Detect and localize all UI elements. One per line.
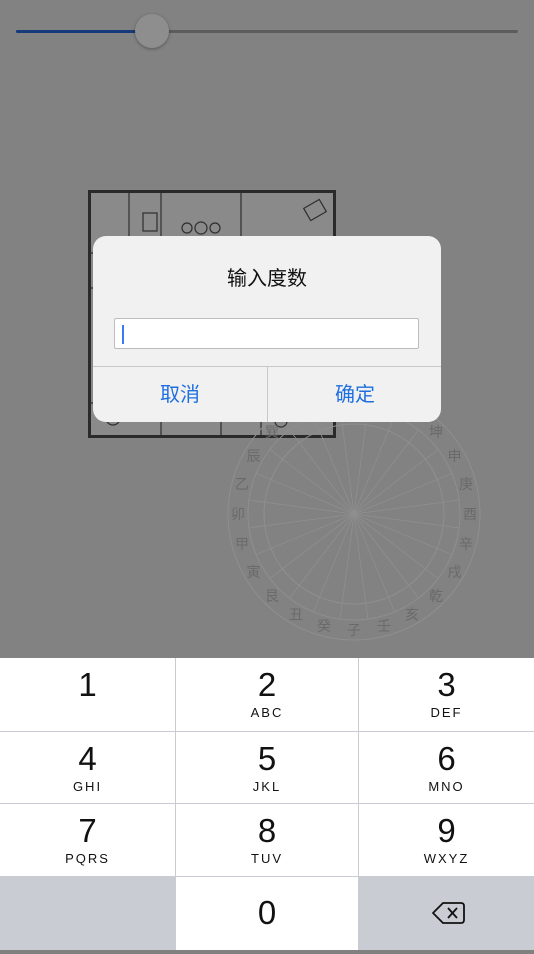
key-digit: 1 [78, 666, 97, 703]
compass-label: 卯 [231, 507, 245, 523]
compass-label: 巽 [265, 425, 279, 441]
key-digit: 7 [78, 812, 97, 849]
key-7[interactable]: 7 PQRS [0, 804, 175, 876]
compass-label: 戌 [447, 565, 461, 581]
compass-label: 壬 [377, 619, 391, 635]
degree-slider[interactable] [16, 14, 518, 50]
key-letters: MNO [428, 779, 465, 794]
compass-label: 亥 [405, 607, 419, 623]
key-letters: JKL [252, 779, 282, 794]
key-digit: 8 [257, 812, 277, 849]
key-3[interactable]: 3 DEF [359, 658, 534, 731]
compass-label: 辛 [459, 537, 473, 553]
key-letters: WXYZ [423, 851, 470, 866]
compass-label: 庚 [459, 477, 473, 493]
compass-label: 丑 [289, 607, 303, 623]
key-letters: TUV [251, 851, 283, 866]
key-5[interactable]: 5 JKL [176, 732, 358, 803]
slider-fill [16, 30, 152, 33]
key-digit: 9 [437, 812, 456, 849]
key-digit: 5 [257, 740, 277, 777]
key-digit: 4 [78, 740, 97, 777]
key-2[interactable]: 2 ABC [176, 658, 358, 731]
key-letters: ABC [250, 705, 284, 720]
degree-input-dialog: 输入度数 取消 确定 [93, 236, 441, 422]
dialog-title: 输入度数 [227, 266, 307, 290]
compass-label: 申 [447, 449, 461, 465]
key-8[interactable]: 8 TUV [176, 804, 358, 876]
compass-label: 酉 [463, 507, 477, 523]
compass-label: 艮 [265, 589, 279, 605]
key-1[interactable]: 1 [0, 658, 175, 731]
confirm-button[interactable]: 确定 [268, 367, 441, 422]
compass-dial: 子癸丑艮寅甲卯乙辰巽巳丙午丁未坤申庚酉辛戌乾亥壬 [227, 387, 481, 641]
key-4[interactable]: 4 GHI [0, 732, 175, 803]
key-0[interactable]: 0 [176, 877, 358, 950]
key-letters: GHI [72, 779, 103, 794]
numeric-keypad: 1 2 ABC 3 DEF 4 GHI 5 JKL 6 MNO 7 PQRS 8… [0, 658, 534, 950]
slider-thumb[interactable] [134, 14, 169, 48]
degree-input-field[interactable] [114, 318, 419, 349]
key-6[interactable]: 6 MNO [359, 732, 534, 803]
cancel-button[interactable]: 取消 [93, 367, 267, 422]
key-digit: 2 [257, 666, 277, 703]
empty-key-slot [0, 877, 175, 950]
key-digit: 0 [257, 894, 277, 931]
key-letters: PQRS [65, 851, 110, 866]
compass-label: 甲 [235, 537, 249, 553]
backspace-icon [432, 902, 465, 924]
compass-label: 寅 [247, 564, 261, 581]
compass-label: 子 [347, 623, 361, 639]
key-digit: 6 [437, 740, 456, 777]
key-digit: 3 [437, 666, 456, 703]
compass-label: 癸 [317, 619, 331, 635]
compass-label: 乾 [429, 589, 443, 605]
compass-label: 辰 [247, 449, 261, 465]
key-9[interactable]: 9 WXYZ [359, 804, 534, 876]
backspace-key[interactable] [358, 877, 534, 950]
text-caret [122, 325, 124, 344]
key-letters: DEF [430, 705, 463, 720]
compass-label: 乙 [235, 477, 249, 493]
compass-label: 坤 [429, 425, 443, 441]
